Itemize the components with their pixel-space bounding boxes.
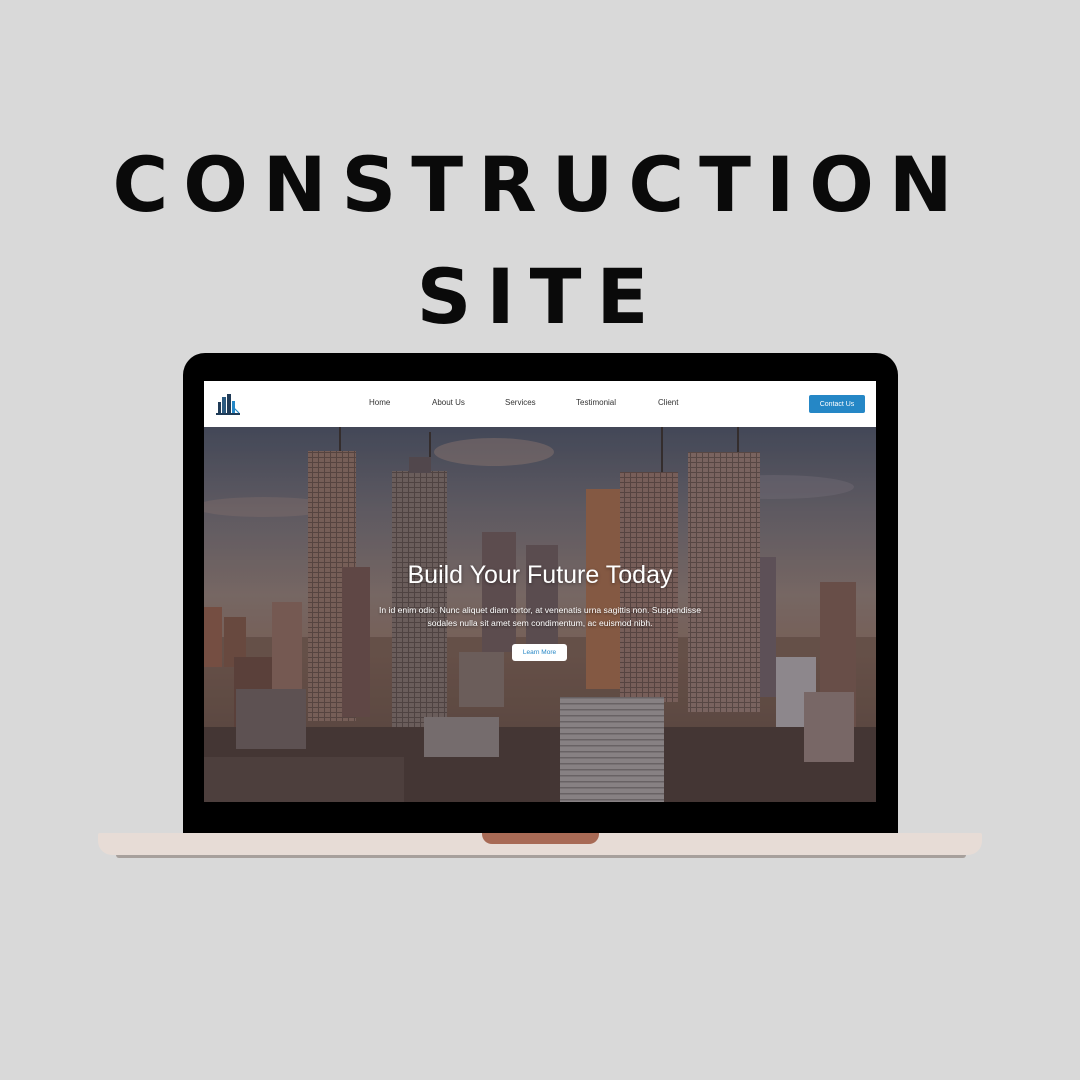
laptop-base-shadow <box>116 855 966 858</box>
laptop-notch <box>482 833 599 844</box>
site-header: Home About Us Services Testimonial Clien… <box>204 381 876 427</box>
graphic-title-line2: SITE <box>416 252 664 341</box>
hero-text-line2: sodales nulla sit amet sem condimentum, … <box>427 618 653 628</box>
contact-us-button[interactable]: Contact Us <box>809 395 865 413</box>
main-nav: Home About Us Services Testimonial Clien… <box>204 381 876 427</box>
graphic-title-line1: CONSTRUCTION <box>112 140 968 229</box>
hero-title: Build Your Future Today <box>407 561 673 589</box>
nav-services[interactable]: Services <box>505 398 536 407</box>
laptop-screen: Home About Us Services Testimonial Clien… <box>204 381 876 802</box>
nav-home[interactable]: Home <box>369 398 390 407</box>
hero-section: Build Your Future Today In id enim odio.… <box>204 427 876 802</box>
nav-about-us[interactable]: About Us <box>432 398 465 407</box>
hero-text-line1: In id enim odio. Nunc aliquet diam torto… <box>379 605 701 615</box>
nav-testimonial[interactable]: Testimonial <box>576 398 616 407</box>
nav-client[interactable]: Client <box>658 398 678 407</box>
hero-description: In id enim odio. Nunc aliquet diam torto… <box>344 604 736 630</box>
learn-more-button[interactable]: Learn More <box>512 644 567 661</box>
